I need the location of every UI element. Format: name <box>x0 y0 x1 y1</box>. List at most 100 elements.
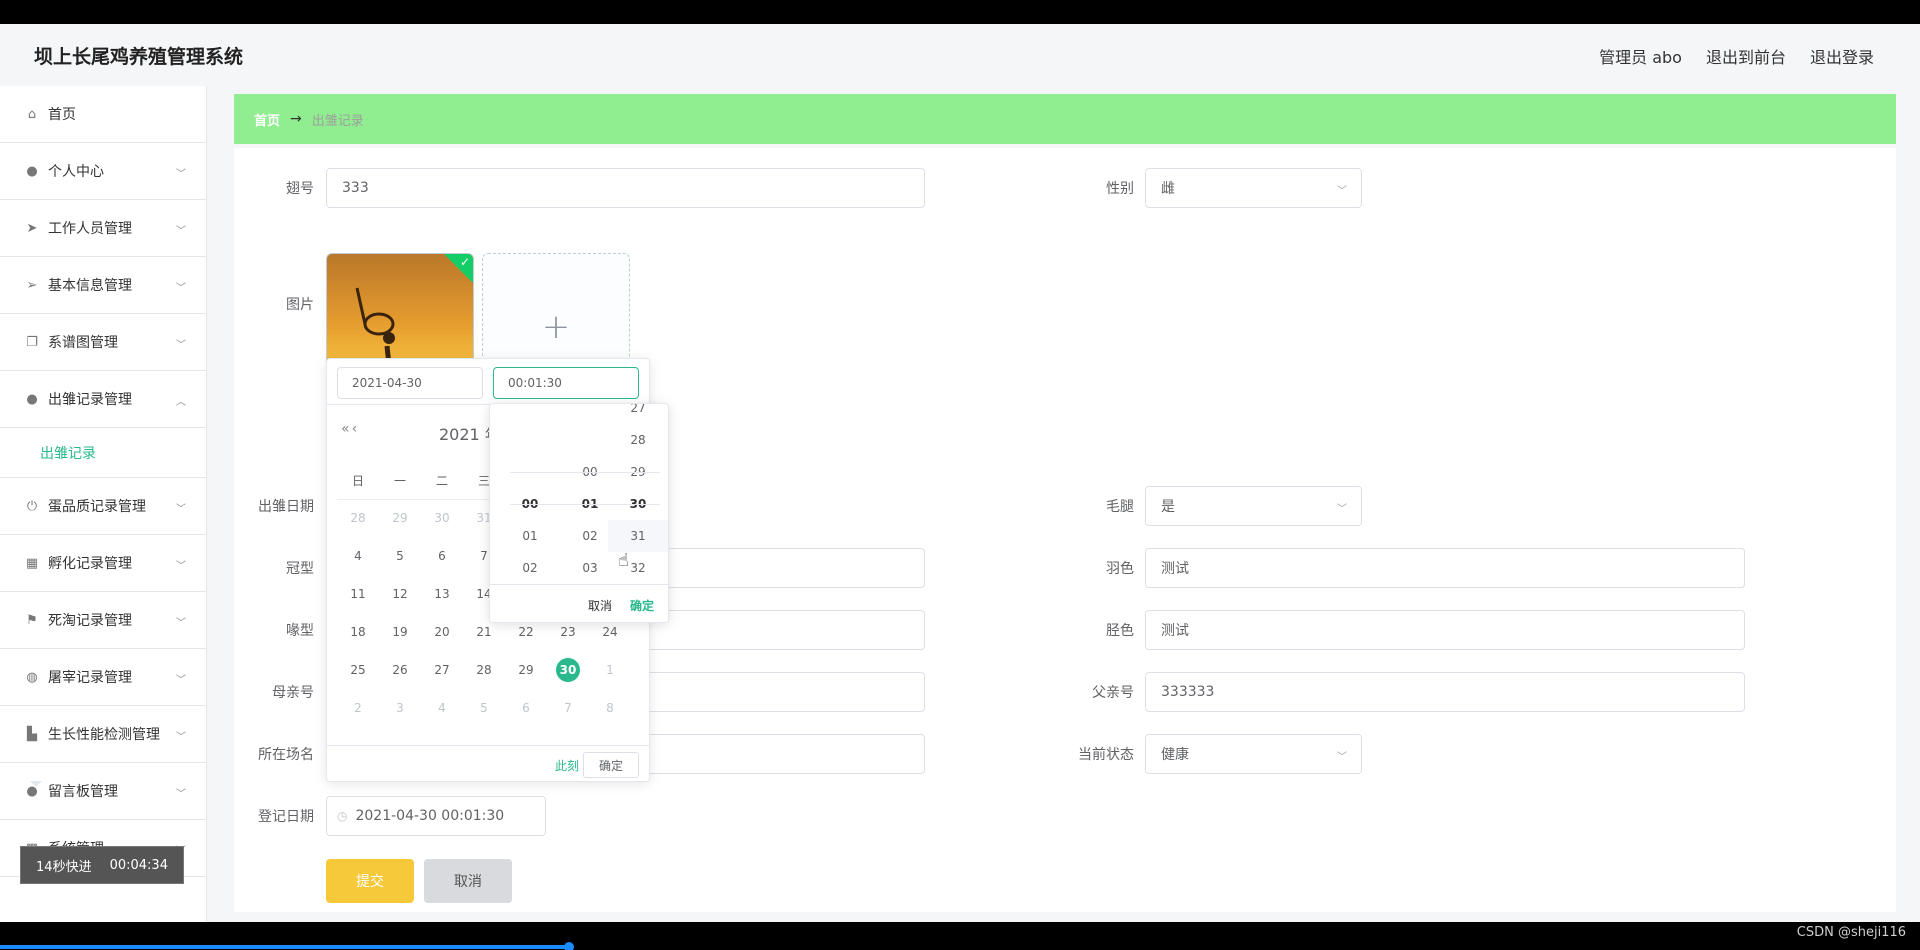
chevron-down-icon: ﹀ <box>176 561 186 572</box>
calendar-day[interactable]: 18 <box>337 625 379 639</box>
calendar-day[interactable]: 22 <box>505 625 547 639</box>
calendar-day[interactable]: 28 <box>463 663 505 677</box>
calendar-day[interactable]: 1 <box>589 663 631 677</box>
time-cancel-button[interactable]: 取消 <box>588 597 612 614</box>
hairy-legs-label: 毛腿 <box>1106 499 1134 515</box>
flag-icon: ⚑ <box>26 612 38 628</box>
chevron-down-icon: ﹀ <box>176 675 186 686</box>
calendar-day[interactable]: 19 <box>379 625 421 639</box>
spinner-selection-bottom <box>510 504 660 505</box>
calendar-day[interactable]: 23 <box>547 625 589 639</box>
calendar-day[interactable]: 5 <box>379 549 421 563</box>
sidebar-item-label: 首页 <box>48 107 76 123</box>
feather-color-input[interactable]: 测试 <box>1145 548 1745 588</box>
hour-option[interactable]: 02 <box>500 552 560 584</box>
calendar-day[interactable]: 2 <box>337 701 379 715</box>
father-no-input[interactable]: 333333 <box>1145 672 1745 712</box>
calendar-day[interactable]: 4 <box>421 701 463 715</box>
hand-cursor-icon: ☝ <box>618 550 629 571</box>
check-icon: ✓ <box>459 255 470 269</box>
calendar-day[interactable]: 30 <box>421 511 463 525</box>
calendar-day[interactable]: 27 <box>421 663 463 677</box>
wing-no-input[interactable]: 333 <box>326 168 925 208</box>
breadcrumb-arrow-icon: → <box>290 111 302 127</box>
calendar-day[interactable]: 3 <box>379 701 421 715</box>
sidebar-item-growth[interactable]: ▙ 生长性能检测管理 ﹀ <box>0 706 206 763</box>
submit-button[interactable]: 提交 <box>326 859 414 903</box>
time-confirm-button[interactable]: 确定 <box>630 597 654 614</box>
calendar-day[interactable]: 8 <box>589 701 631 715</box>
hour-option[interactable]: 01 <box>500 520 560 552</box>
second-option[interactable]: 32 <box>608 552 668 584</box>
calendar-day[interactable]: 13 <box>421 587 463 601</box>
calendar-day[interactable]: 28 <box>337 511 379 525</box>
status-select[interactable]: 健康 ﹀ <box>1145 734 1362 774</box>
weekday-label: 二 <box>435 473 448 488</box>
sidebar-item-incubation[interactable]: ▦ 孵化记录管理 ﹀ <box>0 535 206 592</box>
hairy-legs-select[interactable]: 是 ﹀ <box>1145 486 1362 526</box>
calendar-day[interactable]: 6 <box>421 549 463 563</box>
second-option[interactable]: 31 <box>608 520 668 552</box>
shank-color-input[interactable]: 测试 <box>1145 610 1745 650</box>
breadcrumb-home[interactable]: 首页 <box>254 110 280 129</box>
hours-column[interactable]: 00 01 02 <box>500 404 560 584</box>
reg-date-value: 2021-04-30 00:01:30 <box>355 808 505 824</box>
video-speed-overlay: 14秒快进 00:04:34 <box>20 846 184 884</box>
sidebar-item-home[interactable]: ⌂ 首页 <box>0 86 206 143</box>
clock-icon: ◷ <box>337 809 348 823</box>
picker-footer: 此刻 确定 <box>327 745 649 782</box>
sidebar-item-label: 出雏记录管理 <box>48 392 132 408</box>
chevron-down-icon: ﹀ <box>176 732 186 743</box>
location-icon: ➢ <box>26 277 38 293</box>
picker-date-input[interactable]: 2021-04-30 <box>337 367 483 399</box>
user-icon: ● <box>26 391 38 407</box>
logout-link[interactable]: 退出登录 <box>1810 44 1874 68</box>
gender-select[interactable]: 雌 ﹀ <box>1145 168 1362 208</box>
status-value: 健康 <box>1161 747 1189 763</box>
picker-now-button[interactable]: 此刻 <box>555 757 579 774</box>
calendar-day[interactable]: 25 <box>337 663 379 677</box>
sidebar-item-basic-info[interactable]: ➢ 基本信息管理 ﹀ <box>0 257 206 314</box>
calendar-day[interactable]: 24 <box>589 625 631 639</box>
reg-date-label: 登记日期 <box>258 809 314 825</box>
second-option[interactable]: 28 <box>608 424 668 456</box>
picker-confirm-button[interactable]: 确定 <box>583 752 639 778</box>
calendar-day[interactable]: 7 <box>547 701 589 715</box>
picker-time-input[interactable]: 00:01:30 <box>493 367 639 399</box>
sidebar-item-hatch-records[interactable]: ● 出雏记录管理 ︿ <box>0 371 206 428</box>
calendar-day[interactable]: 4 <box>337 549 379 563</box>
sidebar-item-pedigree[interactable]: ❐ 系谱图管理 ﹀ <box>0 314 206 371</box>
calendar-day[interactable]: 26 <box>379 663 421 677</box>
sidebar-item-egg-quality[interactable]: ⏻ 蛋品质记录管理 ﹀ <box>0 478 206 535</box>
reg-date-input[interactable]: ◷ 2021-04-30 00:01:30 <box>326 796 546 836</box>
crown-label: 冠型 <box>286 561 314 577</box>
calendar-day[interactable]: 29 <box>505 663 547 677</box>
app-title: 坝上长尾鸡养殖管理系统 <box>34 46 244 68</box>
prev-year-month-icon[interactable]: «‹ <box>341 421 359 437</box>
video-progress-bar[interactable] <box>0 945 568 949</box>
sidebar-item-staff[interactable]: ➤ 工作人员管理 ﹀ <box>0 200 206 257</box>
calendar-day[interactable]: 11 <box>337 587 379 601</box>
sidebar-subitem-hatch-record[interactable]: 出雏记录 <box>0 428 206 478</box>
plus-icon: + <box>541 307 571 347</box>
video-progress-knob[interactable] <box>564 942 574 950</box>
calendar-day[interactable]: 12 <box>379 587 421 601</box>
chevron-down-icon: ﹀ <box>1337 504 1347 515</box>
calendar-day[interactable]: 29 <box>379 511 421 525</box>
picker-header: 2021-04-30 00:01:30 <box>327 359 649 405</box>
calendar-day[interactable]: 20 <box>421 625 463 639</box>
seconds-column[interactable]: 27 28 29 30 31 32 <box>608 404 668 584</box>
sidebar-item-culling[interactable]: ⚑ 死淘记录管理 ﹀ <box>0 592 206 649</box>
weekday-label: 日 <box>351 473 364 488</box>
exit-to-front-link[interactable]: 退出到前台 <box>1706 44 1786 68</box>
calendar-day[interactable]: 5 <box>463 701 505 715</box>
sidebar-item-personal[interactable]: ● 个人中心 ﹀ <box>0 143 206 200</box>
second-option[interactable]: 27 <box>608 404 668 424</box>
cancel-button[interactable]: 取消 <box>424 859 512 903</box>
calendar-day[interactable]: 6 <box>505 701 547 715</box>
calendar-day-selected[interactable]: 30 <box>547 658 589 682</box>
mic-icon: ◍ <box>26 669 38 685</box>
sidebar-item-guestbook[interactable]: ● 留言板管理 ﹀ <box>0 763 206 820</box>
sidebar-item-slaughter[interactable]: ◍ 屠宰记录管理 ﹀ <box>0 649 206 706</box>
calendar-day[interactable]: 21 <box>463 625 505 639</box>
